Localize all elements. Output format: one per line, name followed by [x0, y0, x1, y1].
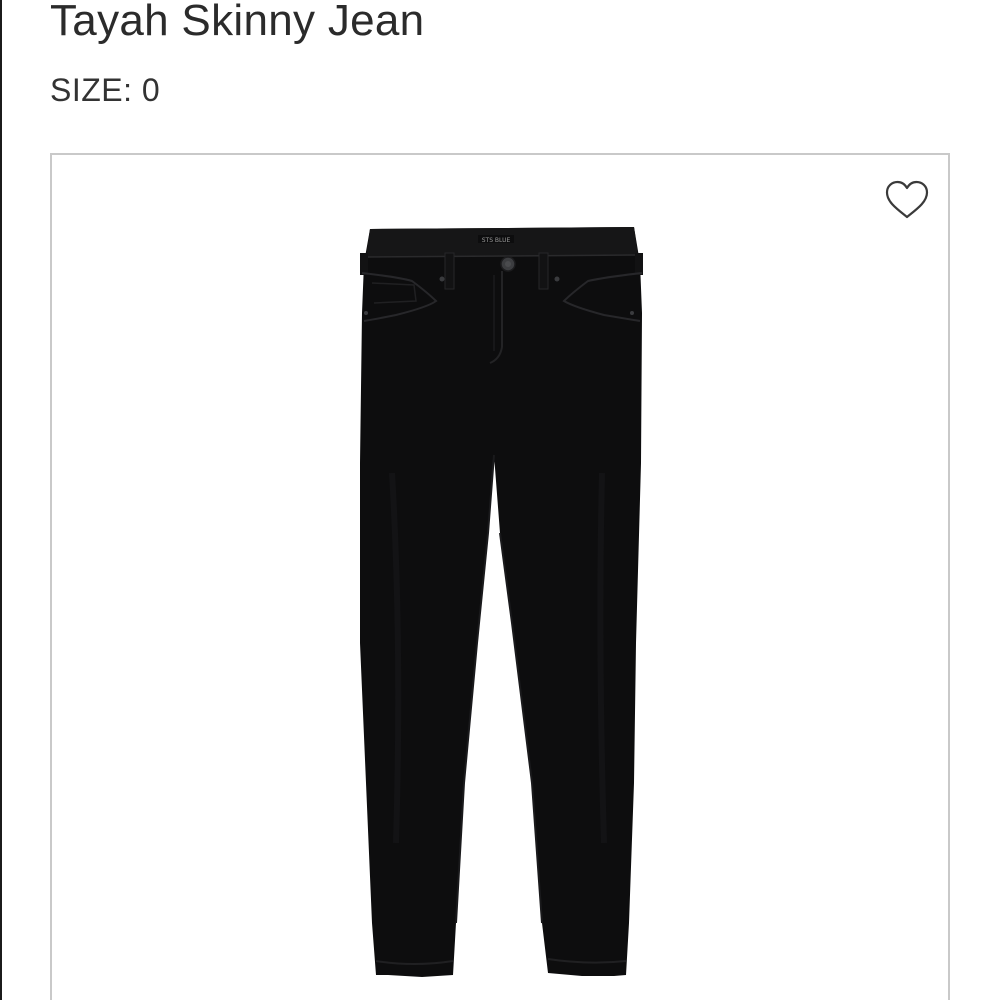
product-image-card: STS BLUE [50, 153, 950, 1000]
favorite-button[interactable] [882, 177, 932, 223]
product-title: Tayah Skinny Jean [50, 0, 425, 45]
product-page: Tayah Skinny Jean SIZE: 0 STS BLUE [0, 0, 1000, 1000]
heart-outline-icon [885, 180, 929, 219]
product-size: SIZE: 0 [50, 72, 161, 108]
left-divider [0, 0, 2, 1000]
brand-tag-text: STS BLUE [482, 237, 511, 244]
product-image-jeans: STS BLUE [360, 227, 643, 977]
